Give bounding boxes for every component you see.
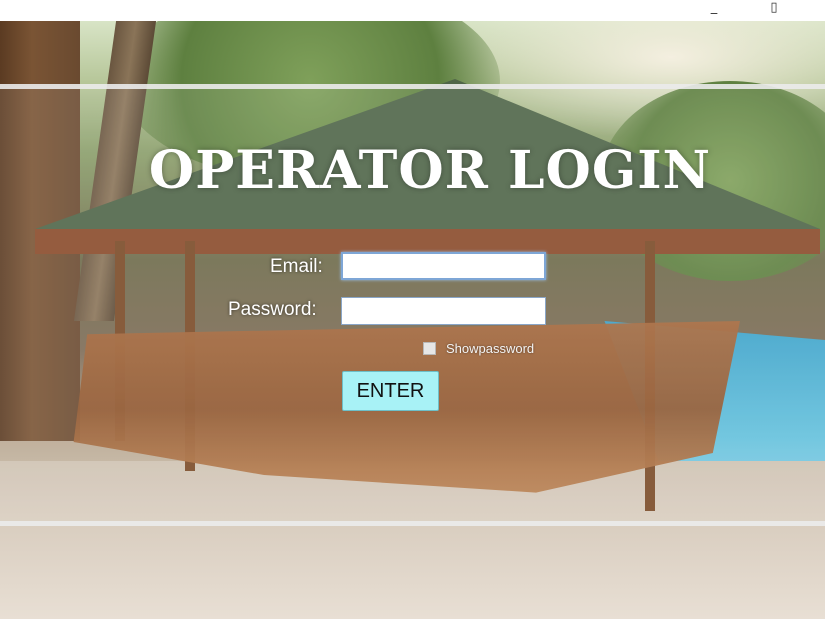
- divider-top: [0, 84, 825, 89]
- email-label: Email:: [270, 256, 323, 277]
- enter-button[interactable]: ENTER: [342, 371, 439, 411]
- maximize-button[interactable]: ▯: [754, 0, 794, 21]
- divider-bottom: [0, 521, 825, 526]
- password-label: Password:: [228, 299, 317, 320]
- page-title: OPERATOR LOGIN: [148, 140, 712, 201]
- password-field[interactable]: [341, 297, 546, 325]
- show-password-label[interactable]: Showpassword: [446, 341, 534, 356]
- show-password-checkbox[interactable]: [423, 342, 436, 355]
- minimize-button[interactable]: _: [694, 0, 734, 21]
- window-titlebar: _ ▯: [0, 0, 825, 21]
- email-field[interactable]: [341, 252, 546, 280]
